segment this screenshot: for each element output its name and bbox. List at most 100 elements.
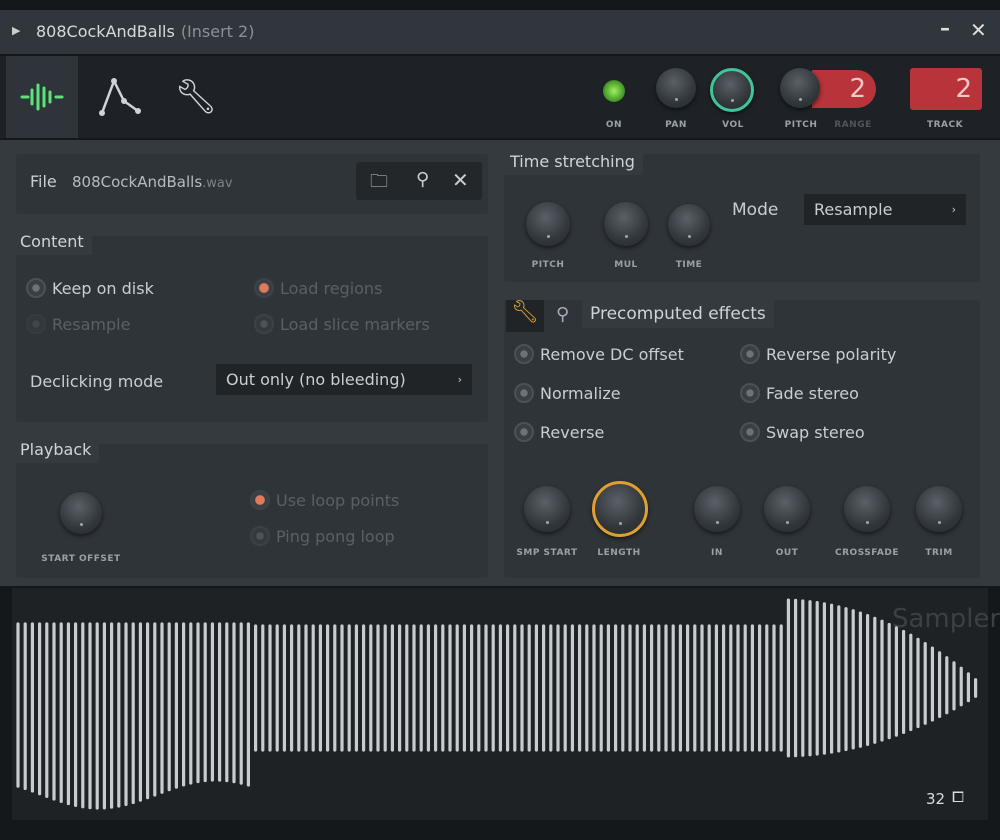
effect-option-label: Reverse polarity [766, 344, 897, 364]
file-name: 808CockAndBalls.wav [72, 173, 233, 191]
wrench-icon[interactable]: 🔧︎ [506, 300, 544, 332]
effect-option-label: Normalize [540, 383, 621, 403]
content-title: Content [12, 228, 92, 255]
file-buttons: 🗀︎ ⚲ ✕ [356, 162, 482, 200]
toolbar: 🔧︎ ON PAN VOL 2 PITCH RANGE 2 TRACK [0, 56, 1000, 138]
radio-icon [740, 344, 760, 364]
ping-pong-loop-label: Ping pong loop [276, 526, 395, 546]
crossfade-knob[interactable] [844, 486, 890, 532]
effect-option-label: Remove DC offset [540, 344, 684, 364]
mode-dropdown[interactable]: Resample › [804, 194, 966, 225]
precomputed-section: 🔧︎ ⚲ Precomputed effects Remove DC offse… [504, 300, 980, 578]
envelope-icon [99, 77, 141, 116]
playback-title: Playback [12, 436, 100, 463]
menu-arrow-icon[interactable]: ▶ [12, 24, 20, 37]
waveform-icon [20, 83, 64, 111]
load-regions-option: Load regions [254, 278, 382, 298]
trim-knob[interactable] [916, 486, 962, 532]
start-offset-knob[interactable] [60, 492, 102, 534]
vol-knob[interactable] [710, 68, 754, 112]
range-label: RANGE [834, 120, 872, 130]
tab-misc[interactable]: 🔧︎ [160, 56, 232, 138]
start-offset-label: START OFFSET [41, 554, 121, 564]
mul-knob[interactable] [604, 202, 648, 246]
use-loop-points-option: Use loop points [250, 490, 399, 510]
close-icon[interactable]: ✕ [970, 18, 987, 42]
effect-option[interactable]: Normalize [514, 383, 621, 403]
resample-option: Resample [26, 314, 130, 334]
length-knob[interactable] [592, 481, 648, 537]
remove-file-icon[interactable]: ✕ [452, 168, 469, 192]
in-knob[interactable] [694, 486, 740, 532]
radio-icon [254, 278, 274, 298]
file-section: File 808CockAndBalls.wav 🗀︎ ⚲ ✕ [16, 154, 488, 214]
title-subtitle: (Insert 2) [180, 22, 255, 41]
radio-icon [740, 422, 760, 442]
chevron-right-icon: › [951, 203, 956, 216]
radio-icon [250, 526, 270, 546]
mode-label: Mode [732, 200, 779, 220]
playback-section: Playback START OFFSET Use loop points Pi… [12, 436, 488, 578]
load-slice-markers-option: Load slice markers [254, 314, 430, 334]
radio-icon [514, 422, 534, 442]
folder-icon[interactable]: 🗀︎ [370, 169, 388, 199]
radio-icon [254, 314, 274, 334]
file-label: File [30, 172, 57, 191]
pan-knob[interactable] [656, 68, 696, 108]
effect-knob-label: OUT [775, 548, 799, 558]
effect-option[interactable]: Reverse polarity [740, 344, 896, 364]
declicking-value: Out only (no bleeding) [226, 370, 406, 389]
minimize-icon[interactable]: – [940, 16, 950, 40]
tab-sample-settings[interactable] [6, 56, 78, 138]
bulb-icon[interactable]: ⚲ [556, 304, 569, 325]
radio-icon [26, 278, 46, 298]
ts-pitch-knob[interactable] [526, 202, 570, 246]
range-value[interactable]: 2 [812, 70, 876, 108]
declicking-dropdown[interactable]: Out only (no bleeding) › [216, 364, 472, 395]
radio-icon [26, 314, 46, 334]
pitch-knob[interactable] [780, 68, 820, 108]
smp-start-knob[interactable] [524, 486, 570, 532]
effect-knob-label: LENGTH [597, 548, 641, 558]
effect-option-label: Swap stereo [766, 422, 865, 442]
file-name-text: 808CockAndBalls [72, 173, 203, 191]
effect-option[interactable]: Remove DC offset [514, 344, 684, 364]
effect-option-label: Fade stereo [766, 383, 859, 403]
effect-option[interactable]: Swap stereo [740, 422, 865, 442]
waveform-graph [16, 598, 978, 810]
effect-option[interactable]: Reverse [514, 422, 604, 442]
wrench-icon: 🔧︎ [174, 77, 218, 117]
time-label: TIME [675, 260, 703, 270]
out-knob[interactable] [764, 486, 810, 532]
tab-envelope[interactable] [84, 56, 156, 138]
load-slice-markers-label: Load slice markers [280, 314, 430, 334]
track-value[interactable]: 2 [910, 68, 982, 110]
ts-pitch-label: PITCH [531, 260, 565, 270]
on-led[interactable] [603, 80, 625, 102]
main-panel: File 808CockAndBalls.wav 🗀︎ ⚲ ✕ Content … [0, 140, 1000, 586]
ping-pong-loop-option: Ping pong loop [250, 526, 395, 546]
effect-knob-label: TRIM [925, 548, 953, 558]
declicking-label: Declicking mode [30, 372, 164, 391]
resample-label: Resample [52, 314, 131, 334]
pin-icon[interactable]: ⚲ [416, 169, 429, 190]
load-regions-label: Load regions [280, 278, 383, 298]
title-bar: ▶ 808CockAndBalls (Insert 2) – ✕ [0, 10, 1000, 54]
zoom-icon[interactable]: ⧠ [952, 788, 964, 806]
file-ext: .wav [202, 176, 233, 191]
time-stretching-title: Time stretching [502, 148, 643, 175]
content-section: Content Keep on disk Resample Load regio… [12, 228, 488, 422]
zoom-value: 32 [926, 790, 946, 808]
window-title: 808CockAndBalls (Insert 2) [36, 22, 254, 41]
radio-icon [250, 490, 270, 510]
chevron-right-icon: › [457, 373, 462, 386]
waveform-display[interactable]: Sampler 32 ⧠ [12, 588, 1000, 820]
time-stretching-section: Time stretching PITCH MUL TIME Mode Resa… [502, 148, 980, 282]
keep-on-disk-label: Keep on disk [52, 278, 154, 298]
keep-on-disk-option[interactable]: Keep on disk [26, 278, 154, 298]
time-knob[interactable] [668, 204, 710, 246]
effect-option[interactable]: Fade stereo [740, 383, 859, 403]
effect-option-label: Reverse [540, 422, 605, 442]
precomputed-title: Precomputed effects [582, 300, 774, 328]
track-label: TRACK [926, 120, 964, 130]
